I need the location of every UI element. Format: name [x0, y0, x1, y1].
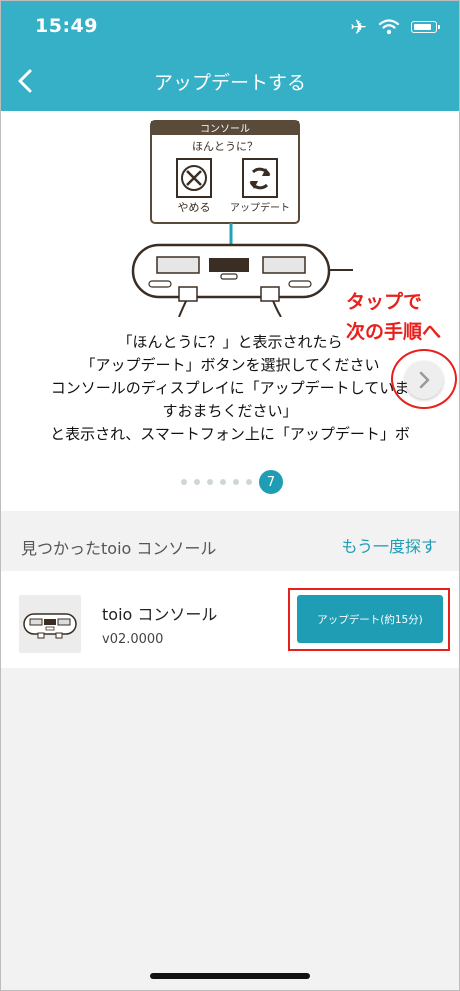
- page-dot[interactable]: [246, 479, 252, 485]
- search-again-link[interactable]: もう一度探す: [341, 533, 437, 557]
- found-consoles-header: 見つかったtoio コンソール もう一度探す: [1, 511, 459, 571]
- console-thumbnail: [19, 595, 81, 653]
- console-illustration: コンソール ほんとうに？ やめる アップデート: [131, 120, 353, 317]
- page-dot[interactable]: [194, 479, 200, 485]
- status-time: 15:49: [35, 15, 98, 37]
- console-update-label: アップデート: [230, 201, 290, 214]
- page-dot[interactable]: [220, 479, 226, 485]
- device-name: toio コンソール: [102, 605, 218, 624]
- instruction-text: 「ほんとうに？」と表示されたら 「アップデート」ボタンを選択してください コンソ…: [11, 331, 449, 448]
- console-screen-question: ほんとうに？: [192, 140, 258, 153]
- cancel-x-icon: [176, 158, 212, 198]
- instruction-line: と表示され、スマートフォン上に「アップデート」ボ: [50, 425, 410, 443]
- tutorial-panel: コンソール ほんとうに？ やめる アップデート タップで 次の手順へ 「ほんとう…: [1, 111, 459, 511]
- page-title: アップデートする: [153, 72, 306, 94]
- page-dot[interactable]: [207, 479, 213, 485]
- device-version: v02.0000: [102, 632, 164, 647]
- app-screen: 15:49 ✈ アップデートする コンソール ほんとうに？ やめる アップデート…: [0, 0, 460, 991]
- navigation-bar: アップデートする: [1, 53, 459, 111]
- status-bar: 15:49 ✈: [1, 1, 459, 53]
- battery-icon: [411, 21, 440, 33]
- wifi-icon: [379, 19, 399, 35]
- page-indicator: 7: [1, 469, 459, 495]
- found-consoles-label: 見つかったtoio コンソール: [21, 539, 217, 558]
- update-button[interactable]: アップデート(約15分): [297, 595, 443, 643]
- instruction-line: 「アップデート」ボタンを選択してください: [80, 356, 380, 374]
- page-dot-current[interactable]: 7: [259, 470, 283, 494]
- page-dot[interactable]: [233, 479, 239, 485]
- device-list-item: toio コンソール v02.0000 アップデート(約15分): [1, 571, 459, 668]
- home-indicator[interactable]: [150, 973, 310, 979]
- page-dot[interactable]: [181, 479, 187, 485]
- tap-hint-line1: タップで: [346, 291, 423, 313]
- instruction-line: すおまちください」: [162, 402, 298, 420]
- console-screen-title: コンソール: [200, 124, 250, 135]
- refresh-icon: [242, 158, 278, 198]
- instruction-line: コンソールのディスプレイに「アップデートしていま: [50, 379, 410, 397]
- status-icons: ✈: [350, 15, 440, 39]
- instruction-line: 「ほんとうに？」と表示されたら: [117, 333, 343, 351]
- airplane-icon: ✈: [350, 15, 367, 39]
- console-cancel-label: やめる: [178, 201, 211, 214]
